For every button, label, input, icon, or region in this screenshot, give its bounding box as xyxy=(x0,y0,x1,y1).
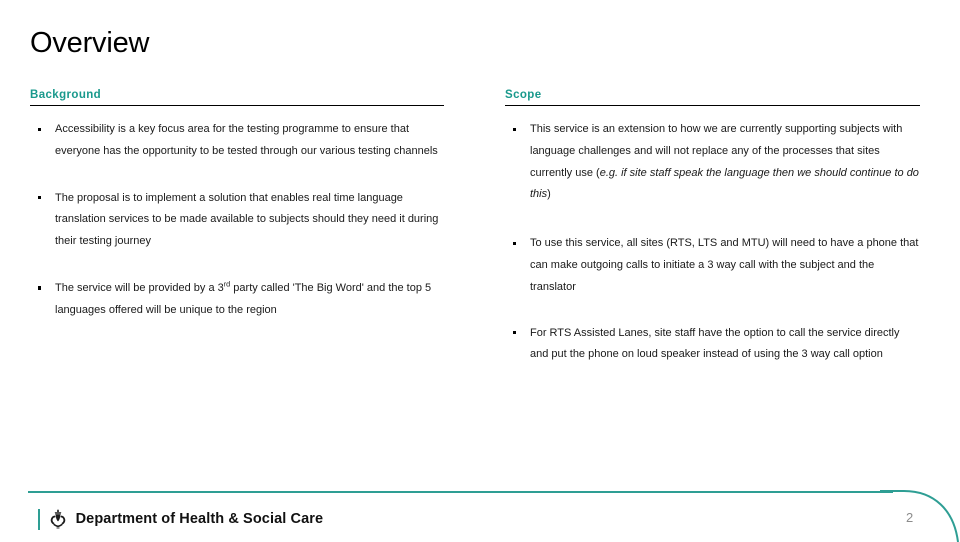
page-number: 2 xyxy=(906,510,914,525)
organisation-logo: Department of Health & Social Care xyxy=(38,506,323,532)
list-item-text-part-1: The service will be provided by a 3 xyxy=(55,281,224,294)
heading-rule-right xyxy=(505,105,920,106)
footer-divider xyxy=(28,491,893,493)
royal-crest-icon xyxy=(50,509,65,529)
page-title: Overview xyxy=(30,27,150,59)
list-item-text: Accessibility is a key focus area for th… xyxy=(55,123,438,157)
heading-rule-left xyxy=(30,105,444,106)
footer-curve-decoration xyxy=(880,486,960,542)
list-item-text: To use this service, all sites (RTS, LTS… xyxy=(530,237,919,293)
column-heading-scope: Scope xyxy=(505,89,542,101)
column-scope: Scope This service is an extension to ho… xyxy=(505,88,920,386)
list-item: The service will be provided by a 3rd pa… xyxy=(30,278,444,322)
list-item-text: The proposal is to implement a solution … xyxy=(55,191,439,248)
bullet-square-icon xyxy=(38,127,42,131)
list-item-text-tail: ) xyxy=(547,188,551,201)
list-item: Accessibility is a key focus area for th… xyxy=(30,119,444,163)
column-background: Background Accessibility is a key focus … xyxy=(30,88,444,342)
bullet-square-icon xyxy=(513,127,517,131)
list-item: This service is an extension to how we a… xyxy=(505,119,920,206)
list-item: For RTS Assisted Lanes, site staff have … xyxy=(505,323,920,367)
bullet-square-icon xyxy=(38,286,42,290)
logo-text: Department of Health & Social Care xyxy=(75,511,324,527)
slide-canvas: Overview Background Accessibility is a k… xyxy=(0,0,960,542)
bullet-square-icon xyxy=(513,331,517,335)
logo-accent-bar xyxy=(38,508,40,530)
list-item-text: For RTS Assisted Lanes, site staff have … xyxy=(530,326,900,361)
list-item: The proposal is to implement a solution … xyxy=(30,188,444,253)
list-item: To use this service, all sites (RTS, LTS… xyxy=(505,233,920,298)
bullet-square-icon xyxy=(38,196,42,200)
column-heading-background: Background xyxy=(30,89,102,101)
bullet-square-icon xyxy=(513,241,517,245)
